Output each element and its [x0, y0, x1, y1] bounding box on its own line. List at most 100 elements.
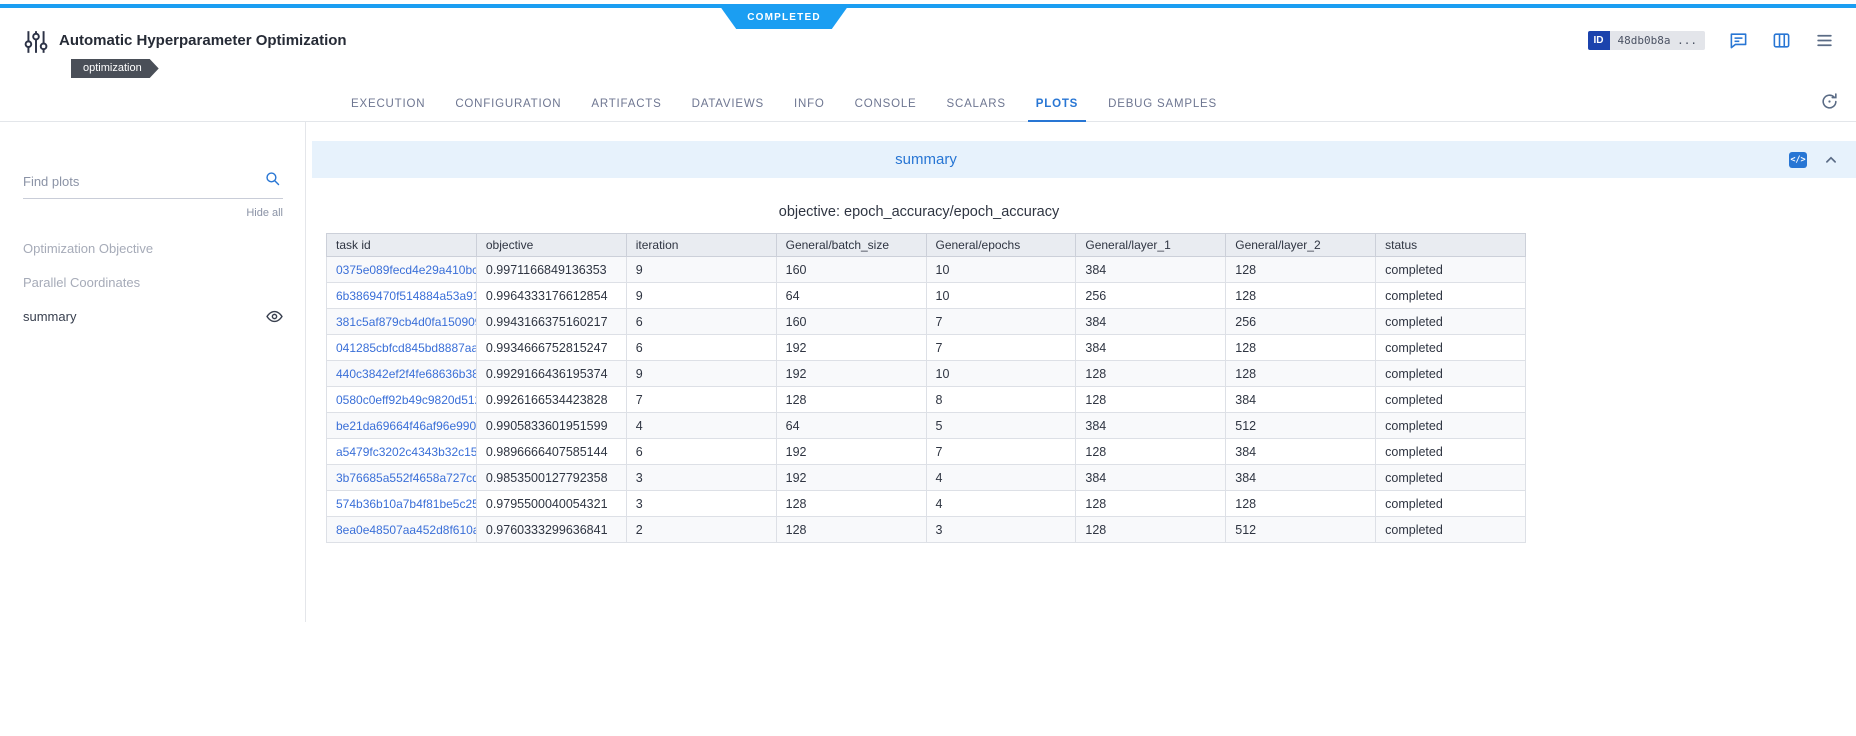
- tab[interactable]: EXECUTION: [336, 86, 440, 121]
- status-cell: completed: [1376, 257, 1526, 283]
- objective-cell: 0.9795500040054321: [476, 491, 626, 517]
- batch-size-cell: 128: [776, 517, 926, 543]
- tab[interactable]: DATAVIEWS: [677, 86, 779, 121]
- layer1-cell: 384: [1076, 413, 1226, 439]
- chevron-up-icon[interactable]: [1822, 151, 1840, 169]
- table-header-row: task id objective iteration General/batc…: [327, 234, 1526, 257]
- search-icon[interactable]: [264, 170, 281, 192]
- status-cell: completed: [1376, 309, 1526, 335]
- epochs-cell: 10: [926, 283, 1076, 309]
- eye-icon[interactable]: [266, 308, 283, 325]
- task-id-link[interactable]: a5479fc3202c4343b32c152: [336, 445, 476, 459]
- layer1-cell: 256: [1076, 283, 1226, 309]
- id-value: 48db0b8a ...: [1610, 31, 1705, 50]
- status-ribbon: COMPLETED: [721, 8, 847, 29]
- task-id-link[interactable]: 0375e089fecd4e29a410bcf6: [336, 263, 476, 277]
- table-row: be21da69664f46af96e9904 0.99058336019515…: [327, 413, 1526, 439]
- tab-bar: EXECUTION CONFIGURATION ARTIFACTS DATAVI…: [0, 86, 1856, 122]
- status-cell: completed: [1376, 361, 1526, 387]
- batch-size-cell: 160: [776, 257, 926, 283]
- layer2-cell: 128: [1226, 257, 1376, 283]
- epochs-cell: 10: [926, 257, 1076, 283]
- tab-label: CONSOLE: [855, 98, 917, 110]
- table-row: 8ea0e48507aa452d8f610a5 0.97603332996368…: [327, 517, 1526, 543]
- comment-icon[interactable]: [1729, 31, 1748, 50]
- table-row: 440c3842ef2f4fe68636b38f 0.9929166436195…: [327, 361, 1526, 387]
- layer1-cell: 128: [1076, 361, 1226, 387]
- epochs-cell: 7: [926, 309, 1076, 335]
- batch-size-cell: 160: [776, 309, 926, 335]
- layer1-cell: 128: [1076, 439, 1226, 465]
- task-id-link[interactable]: be21da69664f46af96e9904: [336, 419, 476, 433]
- tab[interactable]: ARTIFACTS: [576, 86, 676, 121]
- iteration-cell: 6: [626, 309, 776, 335]
- plot-list-item[interactable]: summary: [23, 299, 283, 333]
- objective-cell: 0.9926166534423828: [476, 387, 626, 413]
- batch-size-cell: 64: [776, 413, 926, 439]
- tab[interactable]: SCALARS: [932, 86, 1021, 121]
- header: Automatic Hyperparameter Optimization op…: [0, 4, 1856, 86]
- iteration-cell: 3: [626, 491, 776, 517]
- task-id-link[interactable]: 574b36b10a7b4f81be5c25a: [336, 497, 476, 511]
- batch-size-cell: 128: [776, 491, 926, 517]
- layer1-cell: 128: [1076, 517, 1226, 543]
- layer2-cell: 256: [1226, 309, 1376, 335]
- batch-size-cell: 192: [776, 465, 926, 491]
- plot-list-item[interactable]: Parallel Coordinates: [23, 265, 283, 299]
- tag-optimization[interactable]: optimization: [71, 59, 159, 78]
- tab[interactable]: INFO: [779, 86, 840, 121]
- task-id-link[interactable]: 381c5af879cb4d0fa1509091: [336, 315, 476, 329]
- task-id-link[interactable]: 8ea0e48507aa452d8f610a5: [336, 523, 476, 537]
- epochs-cell: 8: [926, 387, 1076, 413]
- task-id-link[interactable]: 041285cbfcd845bd8887aa0: [336, 341, 476, 355]
- panel-title: summary: [895, 151, 957, 168]
- task-id-link[interactable]: 6b3869470f514884a53a911: [336, 289, 476, 303]
- tab-label: ARTIFACTS: [591, 98, 661, 110]
- tab[interactable]: PLOTS: [1021, 86, 1093, 121]
- task-id-link[interactable]: 3b76685a552f4658a727cdd: [336, 471, 476, 485]
- menu-icon[interactable]: [1815, 31, 1834, 50]
- objective-cell: 0.9964333176612854: [476, 283, 626, 309]
- tab-label: SCALARS: [947, 98, 1006, 110]
- tab[interactable]: CONFIGURATION: [440, 86, 576, 121]
- layer2-cell: 128: [1226, 335, 1376, 361]
- status-cell: completed: [1376, 465, 1526, 491]
- page-title: Automatic Hyperparameter Optimization: [59, 31, 347, 50]
- task-id-cell: 041285cbfcd845bd8887aa0: [327, 335, 477, 361]
- tab[interactable]: CONSOLE: [840, 86, 932, 121]
- task-id-cell: 6b3869470f514884a53a911: [327, 283, 477, 309]
- status-cell: completed: [1376, 283, 1526, 309]
- column-header: General/layer_2: [1226, 234, 1376, 257]
- task-id-link[interactable]: 0580c0eff92b49c9820d512: [336, 393, 476, 407]
- plot-title: objective: epoch_accuracy/epoch_accuracy: [312, 204, 1526, 220]
- task-id-link[interactable]: 440c3842ef2f4fe68636b38f: [336, 367, 476, 381]
- embed-code-icon[interactable]: </>: [1789, 152, 1807, 168]
- batch-size-cell: 64: [776, 283, 926, 309]
- objective-cell: 0.9934666752815247: [476, 335, 626, 361]
- tab[interactable]: DEBUG SAMPLES: [1093, 86, 1232, 121]
- board-view-icon[interactable]: [1772, 31, 1791, 50]
- top-accent-bar: [0, 4, 1856, 8]
- find-plots-input[interactable]: [23, 170, 283, 199]
- iteration-cell: 7: [626, 387, 776, 413]
- id-label: ID: [1588, 31, 1610, 50]
- auto-refresh-icon[interactable]: [1820, 92, 1839, 116]
- table-row: 041285cbfcd845bd8887aa0 0.99346667528152…: [327, 335, 1526, 361]
- iteration-cell: 6: [626, 439, 776, 465]
- plot-panel: summary </> objective: epoch_accuracy/ep…: [306, 122, 1856, 543]
- plot-list-item[interactable]: Optimization Objective: [23, 231, 283, 265]
- status-cell: completed: [1376, 387, 1526, 413]
- epochs-cell: 7: [926, 439, 1076, 465]
- batch-size-cell: 192: [776, 439, 926, 465]
- task-id-cell: 574b36b10a7b4f81be5c25a: [327, 491, 477, 517]
- panel-header: summary </>: [312, 141, 1856, 178]
- batch-size-cell: 192: [776, 335, 926, 361]
- tab-label: PLOTS: [1036, 98, 1078, 110]
- task-id-cell: 8ea0e48507aa452d8f610a5: [327, 517, 477, 543]
- task-id-badge[interactable]: ID 48db0b8a ...: [1588, 31, 1705, 50]
- iteration-cell: 9: [626, 257, 776, 283]
- hide-all-link[interactable]: Hide all: [23, 207, 283, 219]
- iteration-cell: 9: [626, 283, 776, 309]
- summary-table-body: 0375e089fecd4e29a410bcf6 0.9971166849136…: [327, 257, 1526, 543]
- layer1-cell: 384: [1076, 465, 1226, 491]
